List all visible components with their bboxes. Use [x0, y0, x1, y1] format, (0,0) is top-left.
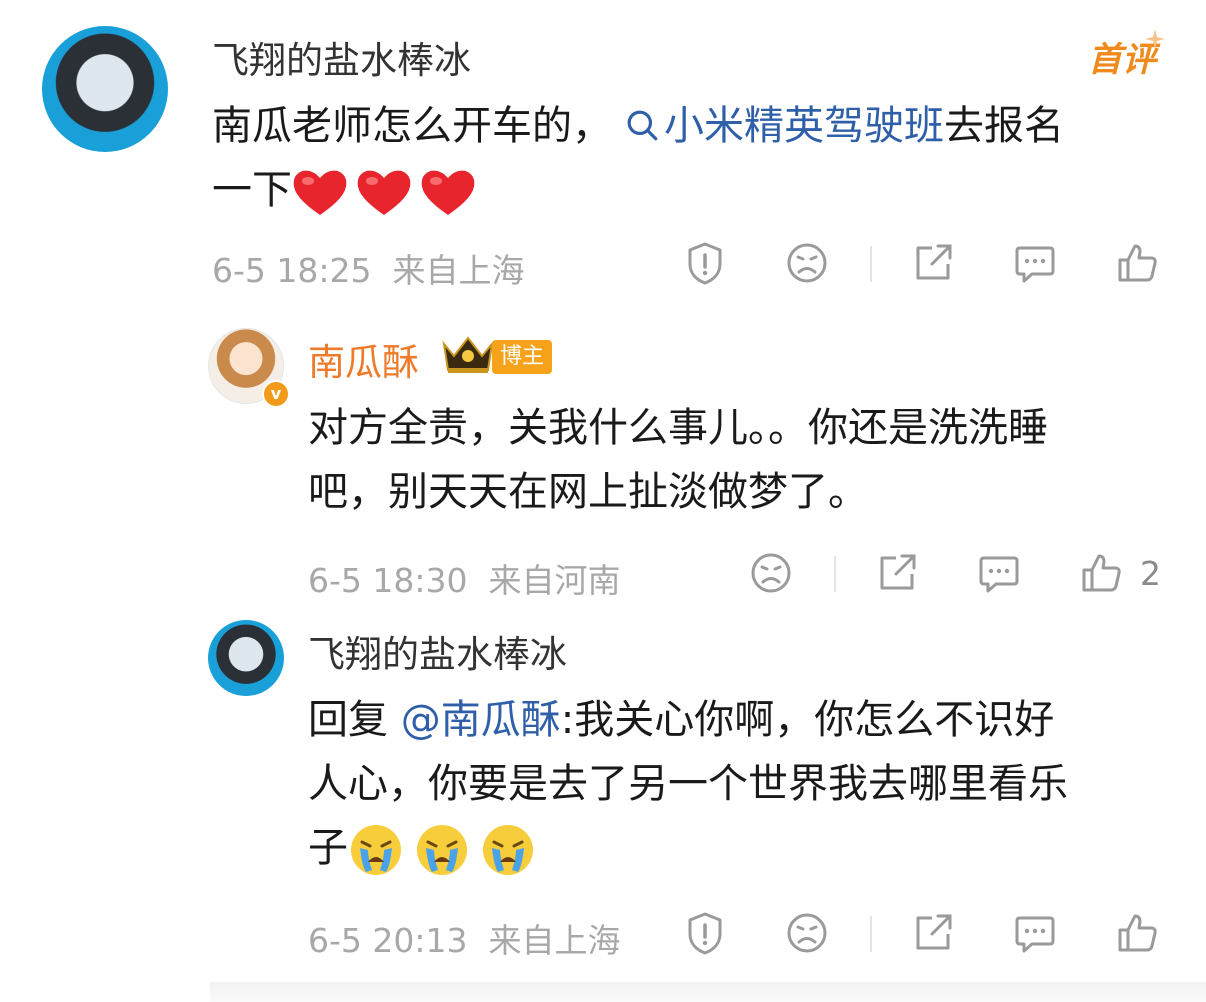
search-icon — [627, 110, 658, 141]
avatar[interactable] — [208, 620, 284, 696]
sparkle-icon — [1144, 28, 1166, 50]
comment-icon[interactable] — [976, 550, 1022, 596]
location: 来自河南 — [488, 561, 621, 600]
timestamp: 6-5 18:30 — [308, 561, 468, 600]
crying-face-emoji — [414, 822, 470, 878]
comment-meta: 6-5 20:13 来自上海 — [308, 914, 620, 962]
comment-meta: 6-5 18:25 来自上海 — [212, 244, 524, 292]
share-icon[interactable] — [910, 240, 956, 286]
dislike-face-icon[interactable] — [784, 240, 830, 286]
heart-emoji — [356, 167, 412, 217]
comment-meta: 6-5 18:30 来自河南 — [308, 554, 620, 602]
heart-emoji — [420, 167, 476, 217]
like-count: 2 — [1140, 554, 1161, 593]
divider — [834, 556, 836, 592]
dislike-face-icon[interactable] — [784, 910, 830, 956]
comment-text: 对方全责，关我什么事儿。。你还是洗洗睡 吧，别天天在网上扯淡做梦了。 — [308, 405, 1048, 515]
divider — [870, 916, 872, 952]
verified-icon: v — [262, 380, 290, 408]
comment-icon[interactable] — [1012, 910, 1058, 956]
like-icon[interactable] — [1114, 910, 1160, 956]
crying-face-emoji — [480, 822, 536, 878]
comment-text: 回复 @南瓜酥:我关心你啊，你怎么不识好 人心，你要是去了另一个世界我去哪里看乐… — [308, 688, 1188, 880]
share-icon[interactable] — [910, 910, 956, 956]
divider — [870, 246, 872, 282]
crown-icon — [440, 332, 496, 376]
heart-emoji — [292, 167, 348, 217]
report-icon[interactable] — [682, 240, 728, 286]
bottom-divider — [210, 982, 1206, 1002]
like-icon[interactable] — [1114, 240, 1160, 286]
share-icon[interactable] — [874, 550, 920, 596]
blogger-tag: 博主 — [492, 340, 553, 374]
like-icon[interactable] — [1078, 550, 1124, 596]
crying-face-emoji — [348, 822, 404, 878]
timestamp: 6-5 20:13 — [308, 921, 468, 960]
report-icon[interactable] — [682, 910, 728, 956]
location: 来自上海 — [488, 921, 621, 960]
avatar[interactable] — [42, 26, 168, 152]
username[interactable]: 南瓜酥 — [308, 332, 419, 386]
search-link[interactable]: 小米精英驾驶班 — [612, 103, 944, 149]
comment-text: 南瓜老师怎么开车的， 小米精英驾驶班去报名 一下 — [212, 94, 1172, 222]
location: 来自上海 — [392, 251, 525, 290]
dislike-face-icon[interactable] — [748, 550, 794, 596]
username[interactable]: 飞翔的盐水棒冰 — [308, 624, 567, 678]
mention-link[interactable]: @南瓜酥 — [401, 697, 561, 743]
timestamp: 6-5 18:25 — [212, 251, 372, 290]
username[interactable]: 飞翔的盐水棒冰 — [212, 30, 471, 84]
comment-icon[interactable] — [1012, 240, 1058, 286]
